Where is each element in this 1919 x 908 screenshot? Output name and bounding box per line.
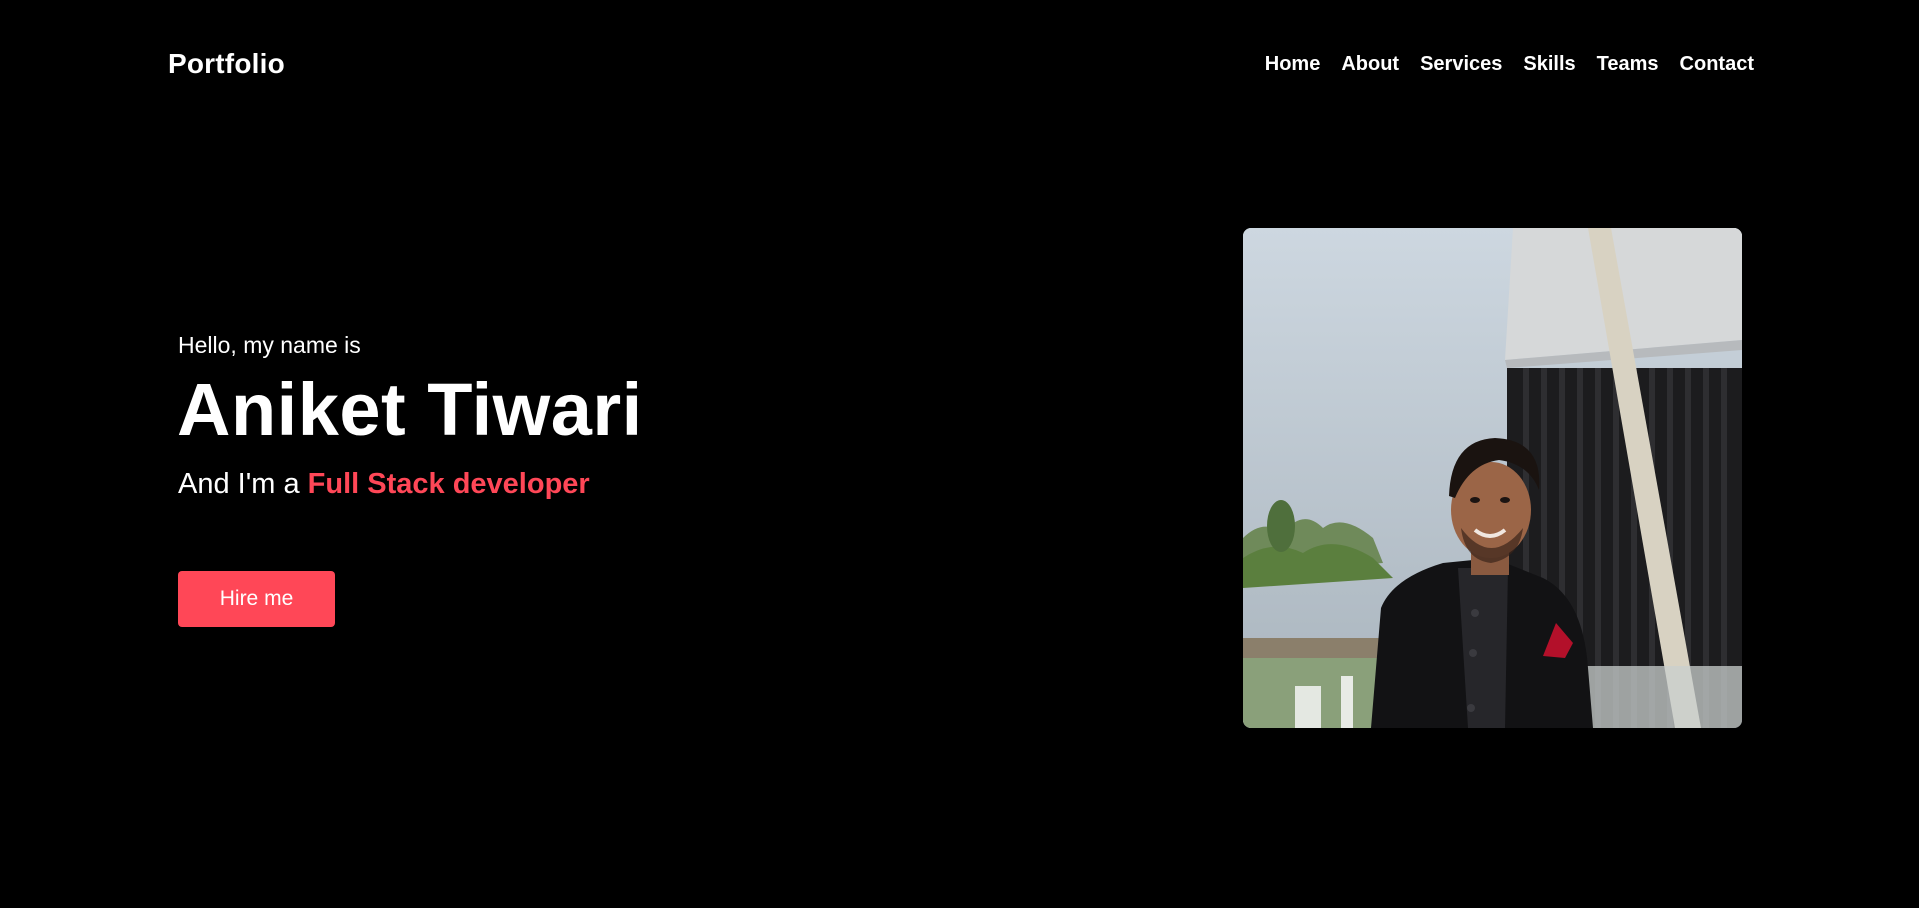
nav-link-teams[interactable]: Teams	[1597, 53, 1659, 75]
nav-link-contact[interactable]: Contact	[1680, 53, 1754, 75]
navbar: Portfolio Home About Services Skills Tea…	[0, 0, 1919, 128]
nav-link-about[interactable]: About	[1341, 53, 1399, 75]
profile-photo	[1243, 228, 1742, 728]
nav-menu: Home About Services Skills Teams Contact	[1265, 52, 1754, 76]
nav-item-services: Services	[1420, 52, 1502, 76]
nav-link-services[interactable]: Services	[1420, 53, 1502, 75]
hero-role-highlight: Full Stack developer	[307, 468, 590, 500]
hero-section: Hello, my name is Aniket Tiwari And I'm …	[177, 330, 938, 502]
nav-item-about: About	[1341, 52, 1399, 76]
nav-link-skills[interactable]: Skills	[1523, 53, 1575, 75]
site-logo[interactable]: Portfolio	[168, 48, 285, 80]
hero-role-prefix: And I'm a	[178, 468, 308, 500]
nav-item-skills: Skills	[1523, 52, 1575, 76]
hero-greeting: Hello, my name is	[178, 332, 361, 358]
nav-item-teams: Teams	[1597, 52, 1659, 76]
nav-link-home[interactable]: Home	[1265, 53, 1321, 75]
hero-role: And I'm a Full Stack developer	[178, 466, 938, 502]
hire-me-button[interactable]: Hire me	[178, 571, 335, 627]
hero-name: Aniket Tiwari	[177, 368, 643, 451]
nav-item-home: Home	[1265, 52, 1321, 76]
nav-item-contact: Contact	[1680, 52, 1754, 76]
